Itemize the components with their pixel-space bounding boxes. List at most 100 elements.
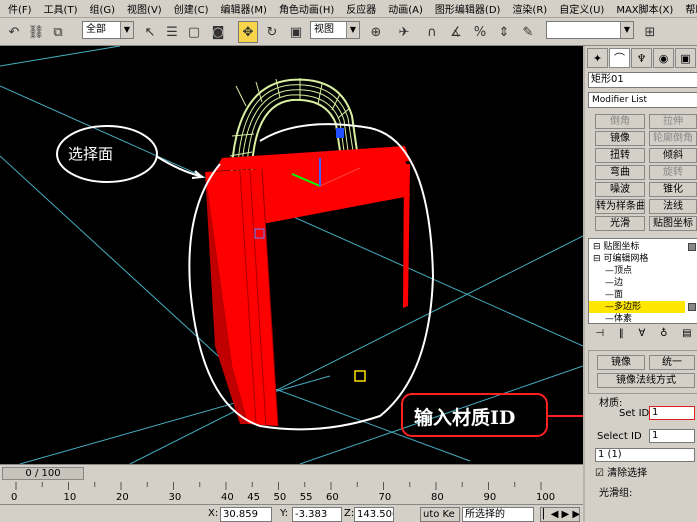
modifier-button[interactable]: 噪波 [595,182,645,197]
set-id-input[interactable]: 1 [649,406,695,420]
modifier-stack[interactable]: ⊟ 贴图坐标 ⊟ 可编辑网格 —顶点 —边 —面 —多边形 —体素 [588,238,697,324]
configure-sets-icon[interactable]: ▤ [682,328,691,344]
link-icon[interactable]: ⛓ [26,21,46,43]
remove-modifier-icon[interactable]: ♁ [660,328,667,344]
x-coord-field[interactable]: 30.859 [220,507,272,522]
modifier-button[interactable]: 镜像 [595,131,645,146]
stack-item-label: —面 [605,290,624,300]
menu-item[interactable]: 件(F) [8,1,32,16]
material-group-label: 材质: [599,398,623,409]
modifier-button[interactable]: 扭转 [595,148,645,163]
stack-toggle-icon[interactable] [688,243,696,251]
stack-item[interactable]: —顶点 [589,265,632,277]
object-name-field[interactable]: 矩形01 [588,72,697,88]
menu-item[interactable]: 自定义(U) [559,1,604,16]
named-selection-dropdown[interactable]: ▼ [546,21,634,39]
stack-item-label: ⊟ 可编辑网格 [593,254,649,264]
modifier-button[interactable]: 倾斜 [649,148,697,163]
time-slider-bar: 0 / 100 [0,464,583,482]
mirror-button[interactable]: 镜像 [597,355,645,370]
select-id-input[interactable]: 1 [649,429,695,443]
rect-selection-icon[interactable]: ▢ [184,21,204,43]
track-bar[interactable]: 0 10 20 30 40 45 50 55 60 70 80 90 100 [0,482,583,504]
set-id-label: Set ID [619,408,650,419]
motion-tab-icon[interactable]: ◉ [653,48,674,68]
select-arrow-icon[interactable]: ↖ [140,21,160,43]
menu-item[interactable]: 动画(A) [388,1,423,16]
ruler-label: 10 [64,492,77,503]
menu-item[interactable]: 创建(C) [174,1,209,16]
snap-icon[interactable]: ∩ [422,21,442,43]
unify-button[interactable]: 统一 [649,355,695,370]
command-panel-tabs: ✦ ⌒ ♆ ◉ ▣ [587,48,697,70]
modifier-button[interactable]: 锥化 [649,182,697,197]
named-selection-icon[interactable]: ✎ [518,21,538,43]
show-end-result-icon[interactable]: ‖ [619,328,624,344]
light-marker [354,370,366,382]
perspective-viewport[interactable]: 选择面 输入材质ID [0,46,583,464]
scale-icon[interactable]: ▣ [286,21,306,43]
move-icon[interactable]: ✥ [238,21,258,43]
menu-item[interactable]: 反应器 [346,1,376,16]
stack-item[interactable]: ⊟ 贴图坐标 [589,241,639,253]
menu-item[interactable]: 帮助(H) [685,1,697,16]
menu-item[interactable]: MAX脚本(X) [616,1,673,16]
material-id-dropdown[interactable]: 1 (1) [595,448,695,462]
modifier-button[interactable]: 转为样条曲线 [595,199,645,214]
stack-item[interactable]: ⊟ 可编辑网格 [589,253,648,265]
surface-properties-group: 镜像 统一 镜像法线方式 [588,350,697,394]
modifier-button[interactable]: 贴图坐标 [649,216,697,231]
pin-stack-icon[interactable]: ⊣ [595,328,604,344]
reference-coord-dropdown[interactable]: 视图 ▼ [310,21,360,39]
y-coord-field[interactable]: -3.383 [292,507,342,522]
menu-item[interactable]: 渲染(R) [512,1,547,16]
angle-snap-icon[interactable]: ∡ [446,21,466,43]
playback-controls[interactable]: ▏◀ ▶ ▶▏ [540,507,580,522]
select-manipulate-icon[interactable]: ✈ [394,21,414,43]
stack-item[interactable]: —面 [589,289,623,301]
stack-item[interactable]: —体素 [589,313,632,325]
make-unique-icon[interactable]: ∀ [639,328,646,344]
modifier-button[interactable]: 光滑 [595,216,645,231]
reference-coord-value: 视图 [314,24,334,35]
mirror-normal-button[interactable]: 镜像法线方式 [597,373,695,388]
unlink-icon[interactable]: ⧉ [48,21,68,43]
material-id-value: 1 (1) [598,449,622,460]
rotate-icon[interactable]: ↻ [262,21,282,43]
window-crossing-icon[interactable]: ◙ [208,21,228,43]
percent-snap-icon[interactable]: % [470,21,490,43]
stack-toggle-icon[interactable] [688,303,696,311]
create-tab-icon[interactable]: ✦ [587,48,608,68]
menu-item[interactable]: 工具(T) [44,1,78,16]
grid-line [19,375,331,464]
stack-item[interactable]: —边 [589,277,623,289]
menu-item[interactable]: 图形编辑器(D) [435,1,501,16]
modifier-button[interactable]: 法线 [649,199,697,214]
stack-item[interactable]: —多边形 [589,301,685,313]
modify-tab-icon[interactable]: ⌒ [609,48,630,68]
pivot-icon[interactable]: ⊕ [366,21,386,43]
hierarchy-tab-icon[interactable]: ♆ [631,48,652,68]
set-key-filter-dropdown[interactable]: 所选择的 [462,507,534,522]
select-by-name-icon[interactable]: ☰ [162,21,182,43]
bag-body [205,146,410,427]
time-slider[interactable]: 0 / 100 [2,467,84,480]
selection-filter-dropdown[interactable]: 全部 ▼ [82,21,134,39]
menu-item[interactable]: 组(G) [89,1,115,16]
display-tab-icon[interactable]: ▣ [675,48,696,68]
menu-item[interactable]: 编辑器(M) [221,1,267,16]
stack-item-label: —体素 [605,314,633,324]
spinner-snap-icon[interactable]: ⇕ [494,21,514,43]
modifier-list-dropdown[interactable]: Modifier List [588,92,697,108]
menu-item[interactable]: 角色动画(H) [279,1,334,16]
ruler-label: 45 [247,492,260,503]
auto-key-button[interactable]: uto Ke [420,507,460,522]
stack-toolbar: ⊣ ‖ ∀ ♁ ▤ [588,328,697,344]
menu-item[interactable]: 视图(V) [127,1,162,16]
z-coord-field[interactable]: 143.506 [354,507,394,522]
modifier-button[interactable]: 弯曲 [595,165,645,180]
x-label: X: [208,508,219,519]
mirror-tool-icon[interactable]: ⊞ [640,21,660,43]
clear-selection-checkbox[interactable]: ☑ 清除选择 [595,464,647,479]
undo-icon[interactable]: ↶ [4,21,24,43]
